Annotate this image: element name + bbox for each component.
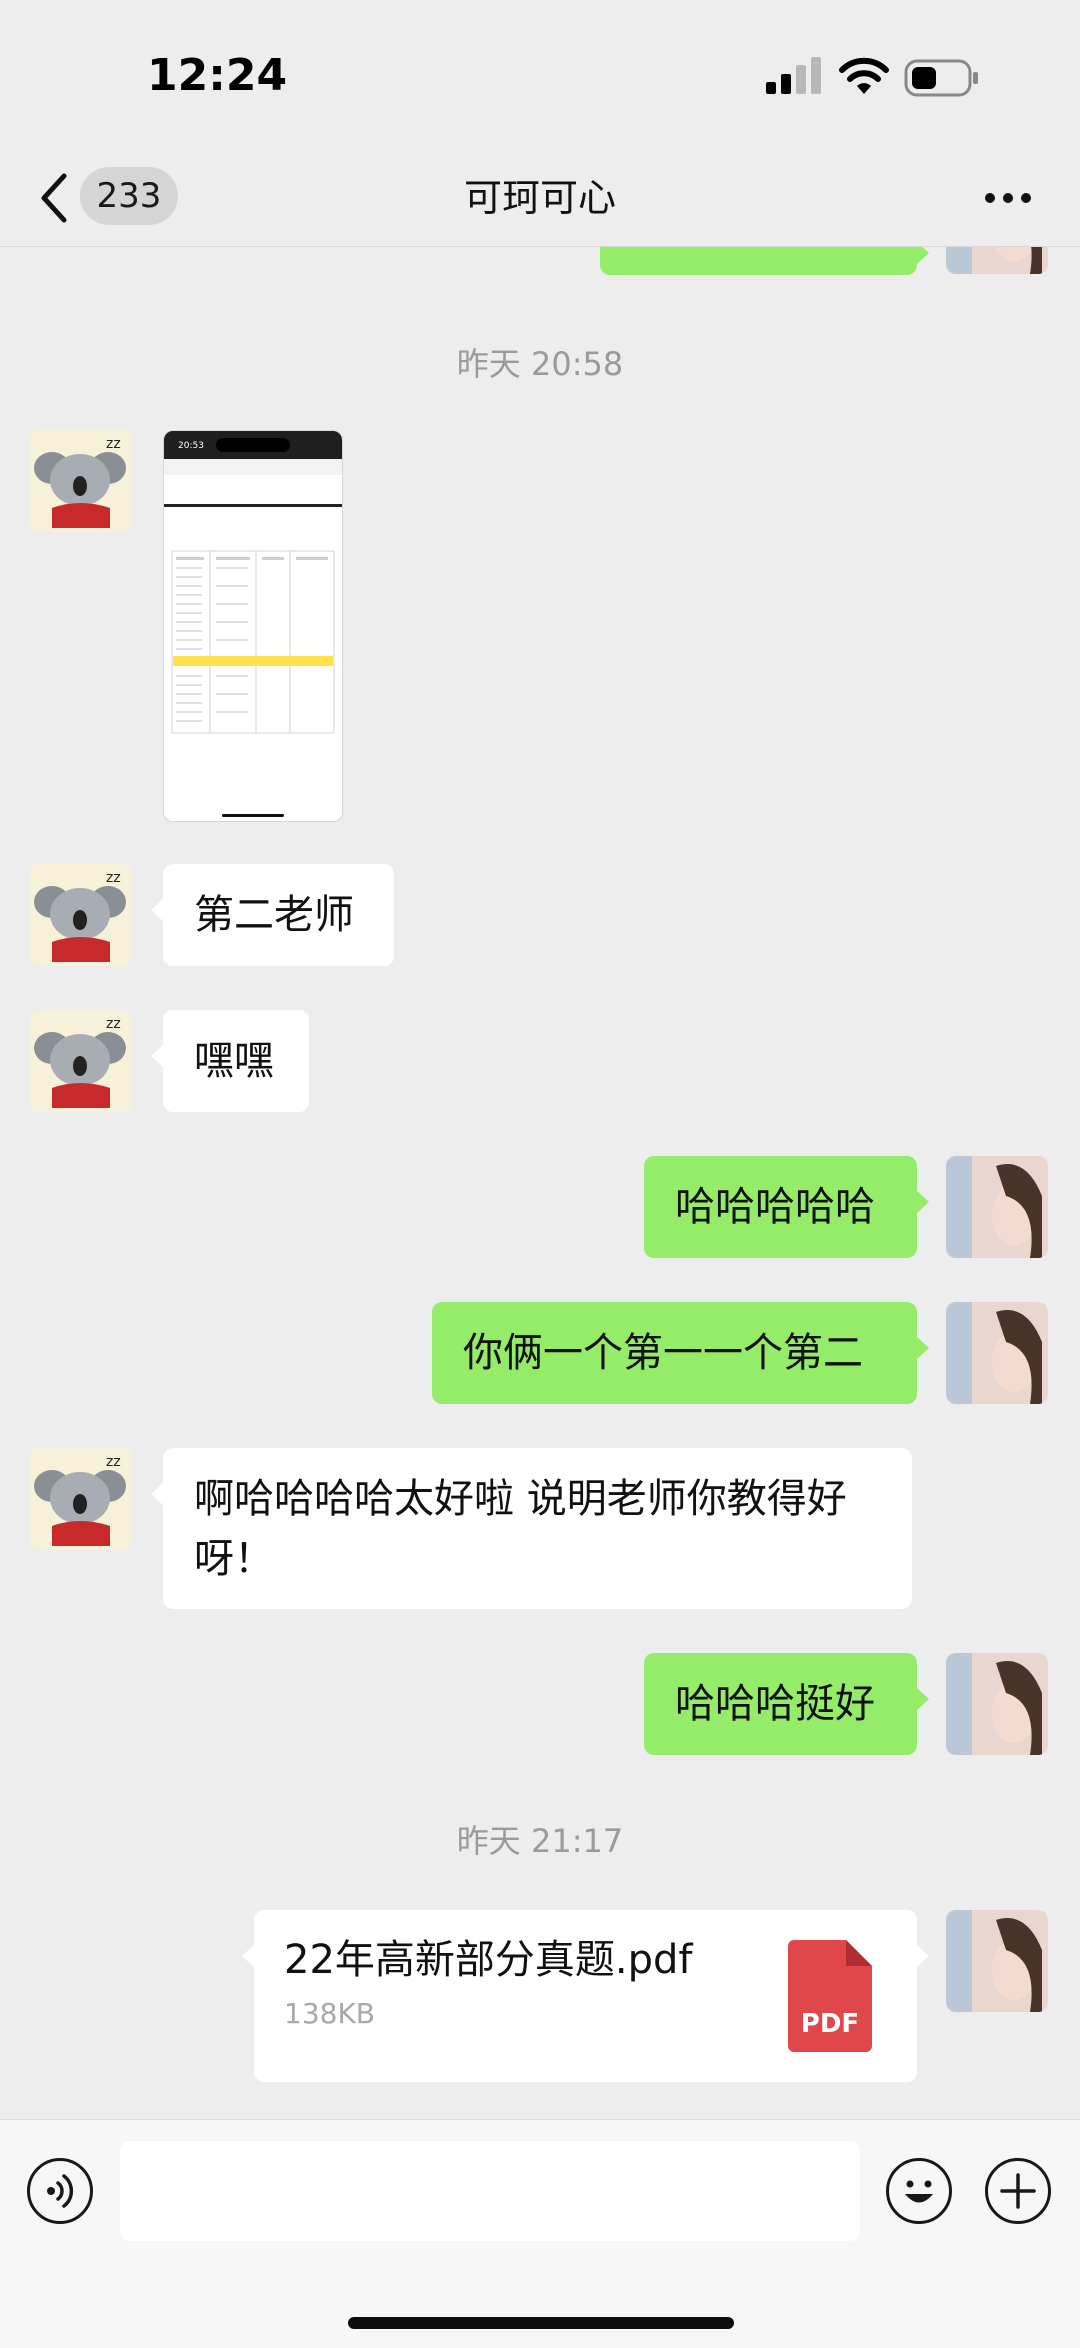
svg-text:zz: zz <box>106 436 121 452</box>
voice-button[interactable] <box>27 2158 93 2224</box>
more-dots-icon[interactable] <box>982 180 1034 216</box>
timestamp: 昨天 21:17 <box>456 1822 624 1860</box>
message-bubble-incoming[interactable]: 第二老师 <box>151 864 394 966</box>
plus-button[interactable] <box>985 2158 1051 2224</box>
my-avatar[interactable] <box>946 1910 1048 2012</box>
input-bar <box>0 2119 1080 2348</box>
image-message[interactable]: 20:53 <box>163 430 343 822</box>
timestamp: 昨天 20:58 <box>456 345 624 383</box>
cellular-signal-icon <box>766 57 821 94</box>
message-list[interactable]: 昨天 20:58 zz 20:53 zz 第二老师 zz 嘿嘿 哈哈哈哈哈 你俩… <box>0 247 1080 2119</box>
my-avatar[interactable] <box>946 247 1048 274</box>
contact-avatar[interactable]: zz <box>30 1448 132 1550</box>
chat-header: 233 可珂可心 <box>0 150 1080 247</box>
my-avatar[interactable] <box>946 1156 1048 1258</box>
emoji-button[interactable] <box>886 2158 952 2224</box>
chat-title: 可珂可心 <box>463 176 616 220</box>
svg-text:zz: zz <box>106 1454 121 1470</box>
message-bubble-outgoing[interactable]: 哈哈哈挺好 <box>644 1653 929 1755</box>
pdf-icon: PDF <box>788 1940 872 2052</box>
pdf-icon-label: PDF <box>800 2009 860 2039</box>
message-bubble-outgoing-cutoff[interactable] <box>600 247 929 275</box>
voice-icon <box>47 2174 74 2208</box>
thumb-time: 20:53 <box>178 441 204 451</box>
svg-text:zz: zz <box>106 870 121 886</box>
contact-avatar[interactable]: zz <box>30 864 132 966</box>
file-name: 22年高新部分真题.pdf <box>284 1937 693 1983</box>
message-input[interactable] <box>120 2141 860 2241</box>
message-bubble-incoming[interactable]: 啊哈哈哈哈太好啦 说明老师你教得好呀！ <box>151 1448 912 1609</box>
my-avatar[interactable] <box>946 1653 1048 1755</box>
message-bubble-outgoing[interactable]: 你俩一个第一一个第二 <box>432 1302 929 1404</box>
contact-avatar[interactable]: zz <box>30 430 132 532</box>
emoji-icon <box>905 2180 933 2203</box>
home-indicator[interactable] <box>348 2317 734 2329</box>
file-message[interactable]: 22年高新部分真题.pdf 138KB PDF <box>242 1910 929 2082</box>
contact-avatar[interactable]: zz <box>30 1010 132 1112</box>
svg-text:zz: zz <box>106 1016 121 1032</box>
message-bubble-incoming[interactable]: 嘿嘿 <box>151 1010 309 1112</box>
plus-icon <box>1000 2173 1036 2209</box>
status-bar: 12:24 <box>0 0 1080 150</box>
message-bubble-outgoing[interactable]: 哈哈哈哈哈 <box>644 1156 929 1258</box>
wifi-icon <box>839 57 889 94</box>
file-size: 138KB <box>284 1997 376 2030</box>
battery-icon <box>904 59 978 97</box>
status-time: 12:24 <box>147 50 288 101</box>
my-avatar[interactable] <box>946 1302 1048 1404</box>
